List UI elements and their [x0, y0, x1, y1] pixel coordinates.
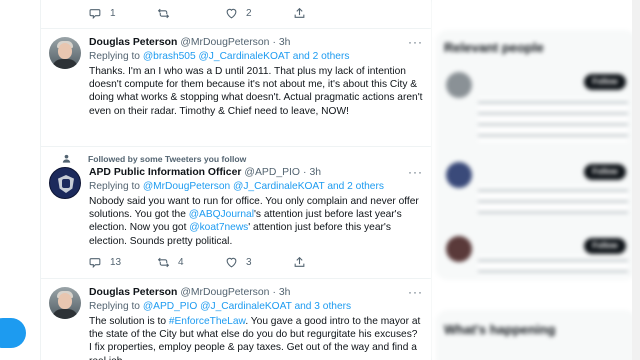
tweet-time[interactable]: 3h — [309, 167, 321, 178]
panel-title: What's happening — [444, 322, 556, 337]
panel-title: Relevant people — [444, 40, 544, 55]
more-options-icon[interactable]: ··· — [408, 35, 423, 49]
author-name[interactable]: Douglas Peterson — [89, 287, 177, 298]
share-icon — [294, 257, 305, 268]
replying-to: Replying to @brash505 @J_CardinaleKOAT a… — [89, 51, 350, 62]
whats-happening-panel: What's happening — [436, 310, 636, 360]
tweet-text: Nobody said you want to run for office. … — [89, 196, 419, 247]
author-handle[interactable]: @APD_PIO — [244, 167, 300, 178]
retweet-icon — [157, 258, 170, 268]
left-nav — [0, 0, 40, 360]
hashtag-link[interactable]: #EnforceTheLaw — [169, 316, 245, 327]
avatar[interactable] — [446, 236, 472, 262]
replying-to-users[interactable]: @brash505 @J_CardinaleKOAT and 2 others — [143, 51, 350, 62]
tweet-actions: 13 4 3 — [89, 256, 423, 270]
avatar[interactable] — [446, 162, 472, 188]
reply-button[interactable]: 1 — [89, 7, 157, 20]
right-sidebar: Relevant people Follow Follow Follow Wha… — [432, 0, 640, 360]
reply-icon — [89, 258, 101, 269]
like-count: 2 — [246, 7, 252, 19]
person-icon — [62, 154, 71, 163]
avatar[interactable] — [49, 167, 81, 199]
tweet-apd-pio[interactable]: Followed by some Tweeters you follow APD… — [41, 146, 431, 278]
replying-to: Replying to @APD_PIO @J_CardinaleKOAT an… — [89, 301, 352, 312]
heart-icon — [226, 258, 237, 268]
share-icon — [294, 7, 305, 18]
like-button[interactable]: 2 — [225, 7, 293, 20]
avatar[interactable] — [446, 72, 472, 98]
social-context: Followed by some Tweeters you follow — [61, 153, 246, 164]
author-handle[interactable]: @MrDougPeterson — [180, 287, 269, 298]
share-button[interactable] — [293, 256, 361, 269]
tweet-douglas-2[interactable]: Douglas Peterson @MrDougPeterson · 3h ··… — [41, 278, 431, 360]
twitter-window: 1 2 Douglas Peterson @MrDougPeterson · 3… — [0, 0, 640, 360]
user-bio — [478, 256, 628, 276]
author-name[interactable]: Douglas Peterson — [89, 37, 177, 48]
share-button[interactable] — [293, 7, 361, 20]
follow-button[interactable]: Follow — [584, 238, 626, 254]
user-bio — [478, 186, 628, 216]
mention-link[interactable]: @ABQJournal — [189, 209, 254, 220]
author-name[interactable]: APD Public Information Officer — [89, 167, 241, 178]
replying-to-users[interactable]: @MrDougPeterson @J_CardinaleKOAT and 2 o… — [143, 181, 384, 192]
avatar[interactable] — [49, 37, 81, 69]
user-name[interactable] — [478, 72, 481, 83]
relevant-people-panel: Relevant people Follow Follow Follow — [436, 30, 636, 280]
retweet-button[interactable]: 4 — [157, 256, 225, 269]
tweet-text: Thanks. I'm an I who was a D until 2011.… — [89, 66, 423, 117]
reply-count: 1 — [110, 7, 116, 19]
scrollbar[interactable] — [632, 0, 640, 360]
replying-to: Replying to @MrDougPeterson @J_Cardinale… — [89, 181, 384, 192]
follow-button[interactable]: Follow — [584, 164, 626, 180]
tweet-text: The solution is to #EnforceTheLaw. You g… — [89, 316, 421, 360]
more-options-icon[interactable]: ··· — [408, 285, 423, 299]
retweet-button[interactable] — [157, 7, 225, 20]
retweet-count: 4 — [178, 257, 184, 269]
avatar[interactable] — [49, 287, 81, 319]
tweet-douglas-1[interactable]: Douglas Peterson @MrDougPeterson · 3h ··… — [41, 28, 431, 146]
mention-link[interactable]: @koat7news — [189, 222, 248, 233]
follow-button[interactable]: Follow — [584, 74, 626, 90]
heart-icon — [226, 8, 237, 18]
previous-tweet-actions: 1 2 — [89, 6, 361, 20]
reply-button[interactable]: 13 — [89, 256, 157, 269]
compose-tweet-button[interactable] — [0, 318, 26, 348]
tweet-time[interactable]: 3h — [279, 287, 291, 298]
reply-icon — [89, 8, 101, 19]
conversation-timeline: 1 2 Douglas Peterson @MrDougPeterson · 3… — [40, 0, 432, 360]
user-bio — [478, 98, 628, 142]
like-button[interactable]: 3 — [225, 256, 293, 269]
tweet-time[interactable]: 3h — [279, 37, 291, 48]
reply-count: 13 — [110, 257, 122, 269]
like-count: 3 — [246, 257, 252, 269]
more-options-icon[interactable]: ··· — [408, 165, 423, 179]
replying-to-users[interactable]: @APD_PIO @J_CardinaleKOAT and 3 others — [143, 301, 351, 312]
retweet-icon — [157, 8, 170, 18]
author-handle[interactable]: @MrDougPeterson — [180, 37, 269, 48]
